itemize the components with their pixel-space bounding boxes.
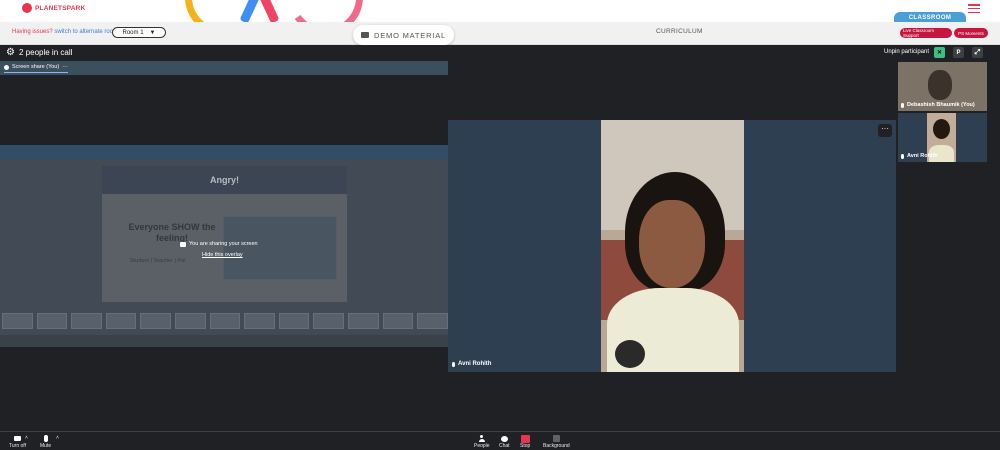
present-icon: [180, 241, 186, 247]
people-button[interactable]: People: [474, 435, 490, 449]
hamburger-menu-icon[interactable]: [968, 4, 980, 13]
meeting-header: ⚙ 2 people in call Unpin participant ✕ P…: [0, 45, 1000, 61]
participant-name: Avni Rohith: [901, 153, 938, 159]
shared-app-statusbar: [0, 335, 448, 347]
planetspark-logo[interactable]: PLANETSPARK: [22, 3, 85, 13]
slide-thumbnail: [417, 313, 448, 329]
background-label: Background: [543, 443, 570, 449]
room-toolbar: Having issues? switch to alternate room …: [0, 22, 1000, 45]
participant-name: Debashish Bhaumik (You): [901, 102, 975, 108]
chat-button[interactable]: Chat: [499, 435, 510, 449]
background-button[interactable]: Background: [543, 435, 570, 449]
live-classroom-support-button[interactable]: Live Classroom Support: [900, 28, 952, 38]
screen-share-tab[interactable]: Screen share (You) ···: [4, 64, 68, 73]
participant-tile[interactable]: Debashish Bhaumik (You): [898, 62, 987, 111]
screen-share-pane: Screen share (You) ··· Angry! Everyone S…: [0, 61, 448, 431]
expand-icon: ⤢: [974, 48, 981, 56]
logo-text: PLANETSPARK: [35, 4, 86, 12]
slide-thumbnail: [278, 313, 310, 329]
chevron-up-icon[interactable]: ˄: [25, 435, 28, 441]
shared-app-toolbar: [0, 145, 448, 160]
camera-button[interactable]: Turn off: [9, 435, 26, 449]
logo-icon: [22, 3, 32, 13]
pin-toggle-button[interactable]: ✕: [934, 47, 945, 58]
slide-thumbnail: [2, 313, 33, 329]
main-participant-label: Avni Rohith: [458, 361, 492, 367]
mic-icon: [901, 153, 904, 159]
slide-thumbnail: [175, 313, 206, 329]
curriculum-link[interactable]: CURRICULUM: [656, 28, 703, 35]
screen-share-tab-label: Screen share (You): [12, 64, 60, 70]
participant-head: [933, 119, 950, 139]
shared-slide: Angry! Everyone SHOW the feeling! Studen…: [102, 166, 347, 302]
more-icon[interactable]: ···: [62, 64, 68, 70]
mic-icon: [41, 435, 50, 442]
issue-notice: Having issues? switch to alternate room: [12, 29, 118, 35]
slide-thumbnail: [105, 313, 137, 329]
slide-thumbnail: [140, 313, 172, 329]
participant-p-button[interactable]: P: [953, 47, 964, 58]
stop-label: Stop: [520, 443, 531, 449]
chat-icon: [500, 435, 509, 442]
sharing-message-text: You are sharing your screen: [189, 241, 258, 247]
participant-video: [601, 120, 744, 372]
slide-thumbnail: [209, 313, 241, 329]
slide-thumbnail: [36, 313, 68, 329]
shirt-print: [615, 340, 645, 368]
camera-label: Turn off: [9, 443, 26, 449]
main-video-tile[interactable]: ··· Avni Rohith: [448, 120, 896, 372]
call-controls-bar: Turn off ˄ Mute ˄ People Chat Stop Backg…: [0, 431, 1000, 450]
demo-material-label: DEMO MATERIAL: [374, 30, 446, 40]
p-button-label: P: [956, 49, 961, 56]
unpin-participant-button[interactable]: Unpin participant: [884, 49, 929, 55]
slide-title: Angry!: [102, 166, 347, 194]
close-icon: ✕: [936, 50, 943, 56]
slide-thumbnails: [0, 313, 448, 331]
chat-label: Chat: [499, 443, 510, 449]
room-select[interactable]: Room 1 ▼: [112, 27, 166, 38]
share-status-icon: [4, 64, 9, 70]
issue-text: Having issues?: [12, 29, 53, 35]
slide-thumbnail: [382, 313, 414, 329]
fullscreen-button[interactable]: ⤢: [972, 47, 983, 58]
participant-silhouette: [928, 70, 952, 100]
mute-label: Mute: [40, 443, 52, 449]
slide-thumbnail: [348, 313, 379, 329]
mic-icon: [901, 102, 904, 108]
screen-share-tabbar: Screen share (You) ···: [0, 61, 448, 75]
camera-icon: [13, 435, 22, 442]
chevron-down-icon: ▼: [149, 29, 156, 36]
more-options-button[interactable]: ···: [878, 124, 892, 137]
participant-tile[interactable]: Avni Rohith: [898, 113, 987, 162]
room-select-value: Room 1: [122, 29, 144, 36]
gear-icon[interactable]: ⚙: [6, 48, 15, 58]
stop-share-icon: [520, 434, 530, 443]
ps-moments-button[interactable]: PS Moments: [954, 28, 988, 38]
switch-room-link[interactable]: switch to alternate room: [54, 29, 118, 35]
participant-face: [639, 200, 705, 288]
background-icon: [552, 435, 561, 442]
demo-material-button[interactable]: DEMO MATERIAL: [353, 25, 454, 45]
mute-button[interactable]: Mute: [40, 435, 51, 449]
slide-thumbnail: [244, 313, 275, 329]
slide-thumbnail: [71, 313, 102, 329]
folder-icon: [361, 32, 370, 38]
sharing-message: You are sharing your screen: [180, 241, 290, 247]
hide-overlay-link[interactable]: Hide this overlay: [202, 252, 290, 258]
people-count: 2 people in call: [19, 48, 73, 57]
participant-name-label: Avni Rohith: [907, 153, 938, 159]
people-icon: [477, 435, 486, 442]
sharing-overlay: You are sharing your screen Hide this ov…: [180, 241, 290, 271]
people-label: People: [474, 443, 490, 449]
main-participant-name: Avni Rohith: [452, 361, 491, 367]
decorative-stroke-red: [259, 0, 280, 24]
chevron-up-icon[interactable]: ˄: [56, 435, 59, 441]
mic-icon: [452, 361, 455, 367]
stop-sharing-button[interactable]: Stop: [520, 434, 531, 449]
participant-name-label: Debashish Bhaumik (You): [907, 102, 975, 108]
slide-thumbnail: [313, 313, 345, 329]
slide-roles: Student | Teacher | Par: [130, 258, 186, 264]
